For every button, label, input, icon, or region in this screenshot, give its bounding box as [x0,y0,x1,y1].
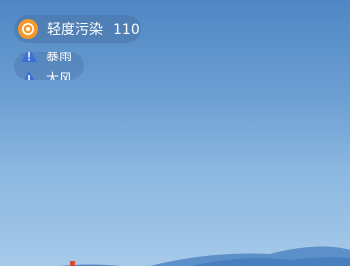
alert-item[interactable]: 暴雨 [14,52,72,64]
air-quality-icon [18,19,38,39]
warning-triangle-icon [20,70,38,80]
air-quality-badge[interactable]: 轻度污染 110 [14,15,141,43]
air-quality-text: 轻度污染 110 [47,19,140,39]
air-quality-label: 轻度污染 [47,22,103,38]
air-quality-value: 110 [113,22,140,38]
weather-alerts-ticker[interactable]: 暴雨 大风 [14,52,84,80]
alert-item[interactable]: 大风 [14,68,72,80]
alert-label: 暴雨 [46,52,73,64]
alert-label: 大风 [46,72,73,80]
red-marker [70,261,75,266]
warning-triangle-icon [20,52,38,63]
hills-illustration [60,246,350,266]
